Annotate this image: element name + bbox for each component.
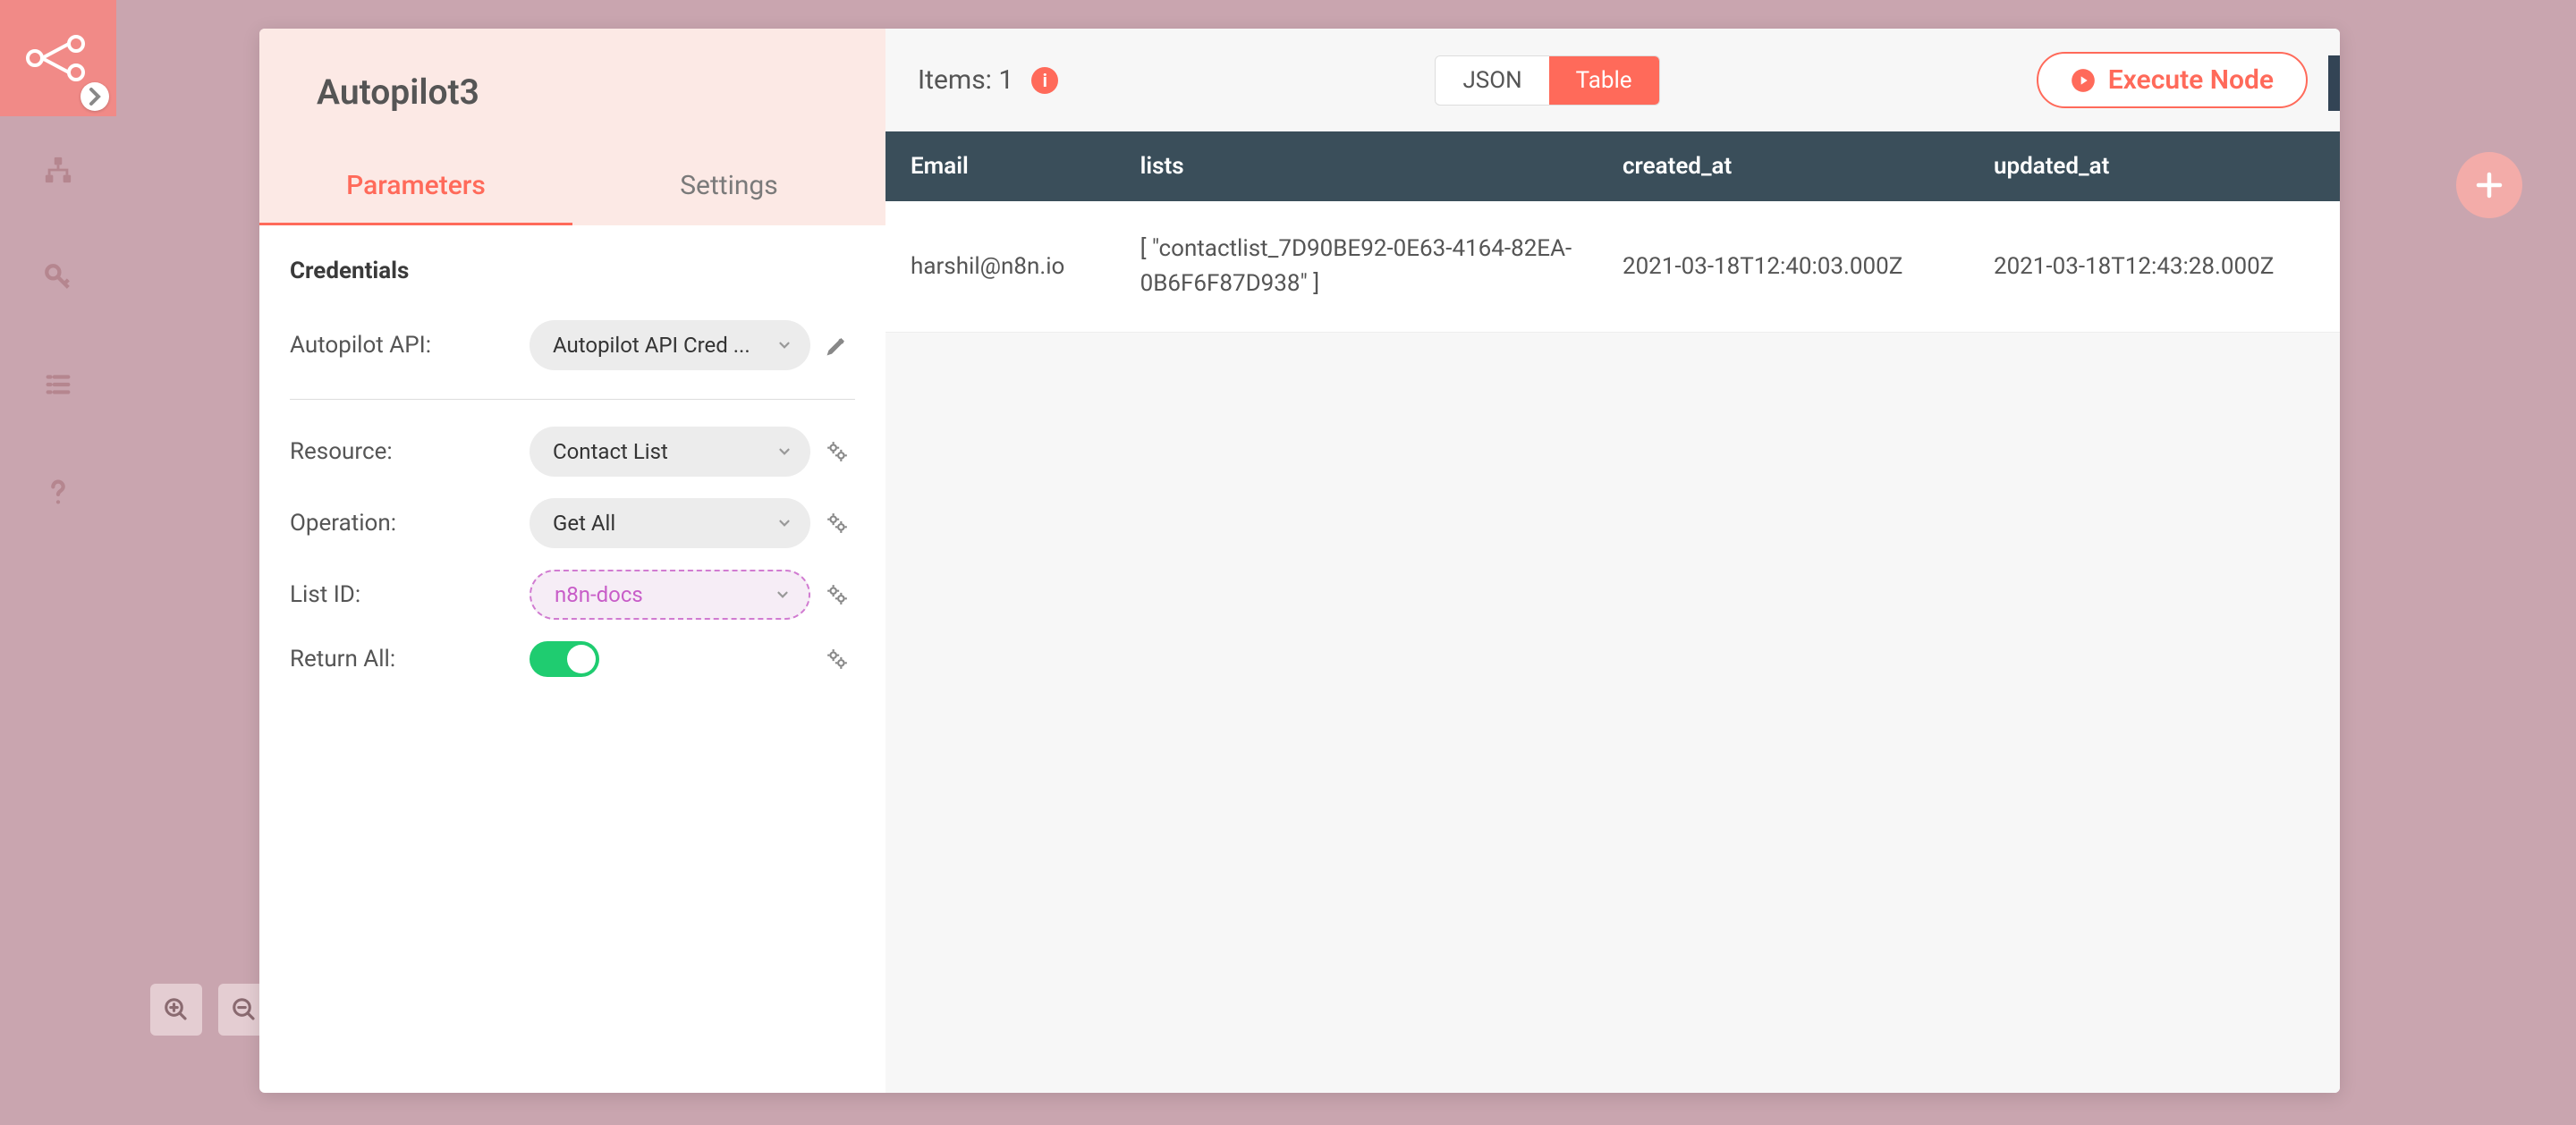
sidebar-item-executions[interactable] (0, 331, 116, 438)
cell-lists: [ "contactlist_7D90BE92-0E63-4164-82EA-0… (1115, 201, 1597, 333)
listid-row: List ID: n8n-docs (290, 559, 855, 630)
returnall-options-button[interactable] (819, 641, 855, 677)
output-header: Items: 1 i JSON Table Execute Node (886, 29, 2340, 131)
cell-updated: 2021-03-18T12:43:28.000Z (1969, 201, 2340, 333)
credential-select[interactable]: Autopilot API Cred ... (530, 320, 810, 370)
listid-value: n8n-docs (555, 582, 643, 607)
table-row: harshil@n8n.io [ "contactlist_7D90BE92-0… (886, 201, 2340, 333)
items-count: Items: 1 (918, 64, 1013, 96)
col-lists: lists (1115, 131, 1597, 201)
zoom-controls (150, 984, 270, 1036)
credential-value: Autopilot API Cred ... (553, 333, 750, 358)
add-node-button[interactable] (2456, 152, 2522, 218)
operation-row: Operation: Get All (290, 487, 855, 559)
resource-select[interactable]: Contact List (530, 427, 810, 477)
view-table-button[interactable]: Table (1549, 56, 1659, 105)
cell-email: harshil@n8n.io (886, 201, 1115, 333)
credential-label: Autopilot API: (290, 332, 521, 359)
view-switch: JSON Table (1435, 55, 1659, 106)
tabs: Parameters Settings (259, 148, 886, 225)
zoom-out-icon (231, 996, 258, 1023)
key-icon (43, 262, 73, 292)
close-button[interactable] (2328, 55, 2340, 111)
resource-label: Resource: (290, 438, 521, 465)
chevron-right-icon (80, 72, 109, 122)
execute-node-button[interactable]: Execute Node (2037, 52, 2308, 108)
info-badge[interactable]: i (1031, 67, 1058, 94)
zoom-in-button[interactable] (150, 984, 202, 1036)
tab-settings[interactable]: Settings (572, 148, 886, 225)
listid-options-button[interactable] (819, 577, 855, 613)
output-panel: Items: 1 i JSON Table Execute Node Email… (886, 29, 2340, 1093)
zoom-in-icon (163, 996, 190, 1023)
sidebar-item-help[interactable] (0, 438, 116, 546)
node-title: Autopilot3 (259, 72, 886, 148)
chevron-down-icon (776, 337, 792, 353)
data-table-wrap[interactable]: Email lists created_at updated_at harshi… (886, 131, 2340, 1093)
play-icon (2071, 68, 2096, 93)
sidebar-expand-toggle[interactable] (80, 82, 109, 111)
resource-value: Contact List (553, 439, 668, 464)
panel-header: Autopilot3 Parameters Settings (259, 29, 886, 225)
parameters-body: Credentials Autopilot API: Autopilot API… (259, 225, 886, 688)
list-icon (43, 369, 73, 400)
credential-row: Autopilot API: Autopilot API Cred ... (290, 309, 855, 381)
resource-row: Resource: Contact List (290, 416, 855, 487)
execute-node-label: Execute Node (2108, 64, 2274, 96)
resource-options-button[interactable] (819, 434, 855, 469)
returnall-toggle[interactable] (530, 641, 599, 677)
chevron-down-icon (776, 444, 792, 460)
gear-icon (826, 440, 849, 463)
question-icon (43, 477, 73, 507)
pencil-icon (826, 334, 849, 357)
operation-label: Operation: (290, 510, 521, 537)
app-logo[interactable] (0, 0, 116, 116)
output-table: Email lists created_at updated_at harshi… (886, 131, 2340, 333)
node-editor-modal: Autopilot3 Parameters Settings Credentia… (259, 29, 2340, 1093)
col-updated: updated_at (1969, 131, 2340, 201)
col-email: Email (886, 131, 1115, 201)
col-created: created_at (1597, 131, 1969, 201)
parameters-panel: Autopilot3 Parameters Settings Credentia… (259, 29, 886, 1093)
gear-icon (826, 512, 849, 535)
listid-select[interactable]: n8n-docs (530, 570, 810, 620)
operation-value: Get All (553, 511, 615, 536)
cell-created: 2021-03-18T12:40:03.000Z (1597, 201, 1969, 333)
plus-icon (2473, 169, 2505, 201)
sidebar-item-credentials[interactable] (0, 224, 116, 331)
tab-parameters[interactable]: Parameters (259, 148, 572, 225)
edit-credential-button[interactable] (819, 327, 855, 363)
table-header-row: Email lists created_at updated_at (886, 131, 2340, 201)
credentials-section-title: Credentials (290, 258, 855, 284)
returnall-row: Return All: (290, 630, 855, 688)
sidebar-item-workflows[interactable] (0, 116, 116, 224)
operation-options-button[interactable] (819, 505, 855, 541)
gear-icon (826, 647, 849, 671)
chevron-down-icon (775, 587, 791, 603)
sidebar (0, 0, 116, 1125)
chevron-down-icon (776, 515, 792, 531)
returnall-label: Return All: (290, 646, 521, 672)
view-json-button[interactable]: JSON (1436, 56, 1548, 105)
gear-icon (826, 583, 849, 606)
operation-select[interactable]: Get All (530, 498, 810, 548)
listid-label: List ID: (290, 581, 521, 608)
divider (290, 399, 855, 400)
sitemap-icon (43, 155, 73, 185)
